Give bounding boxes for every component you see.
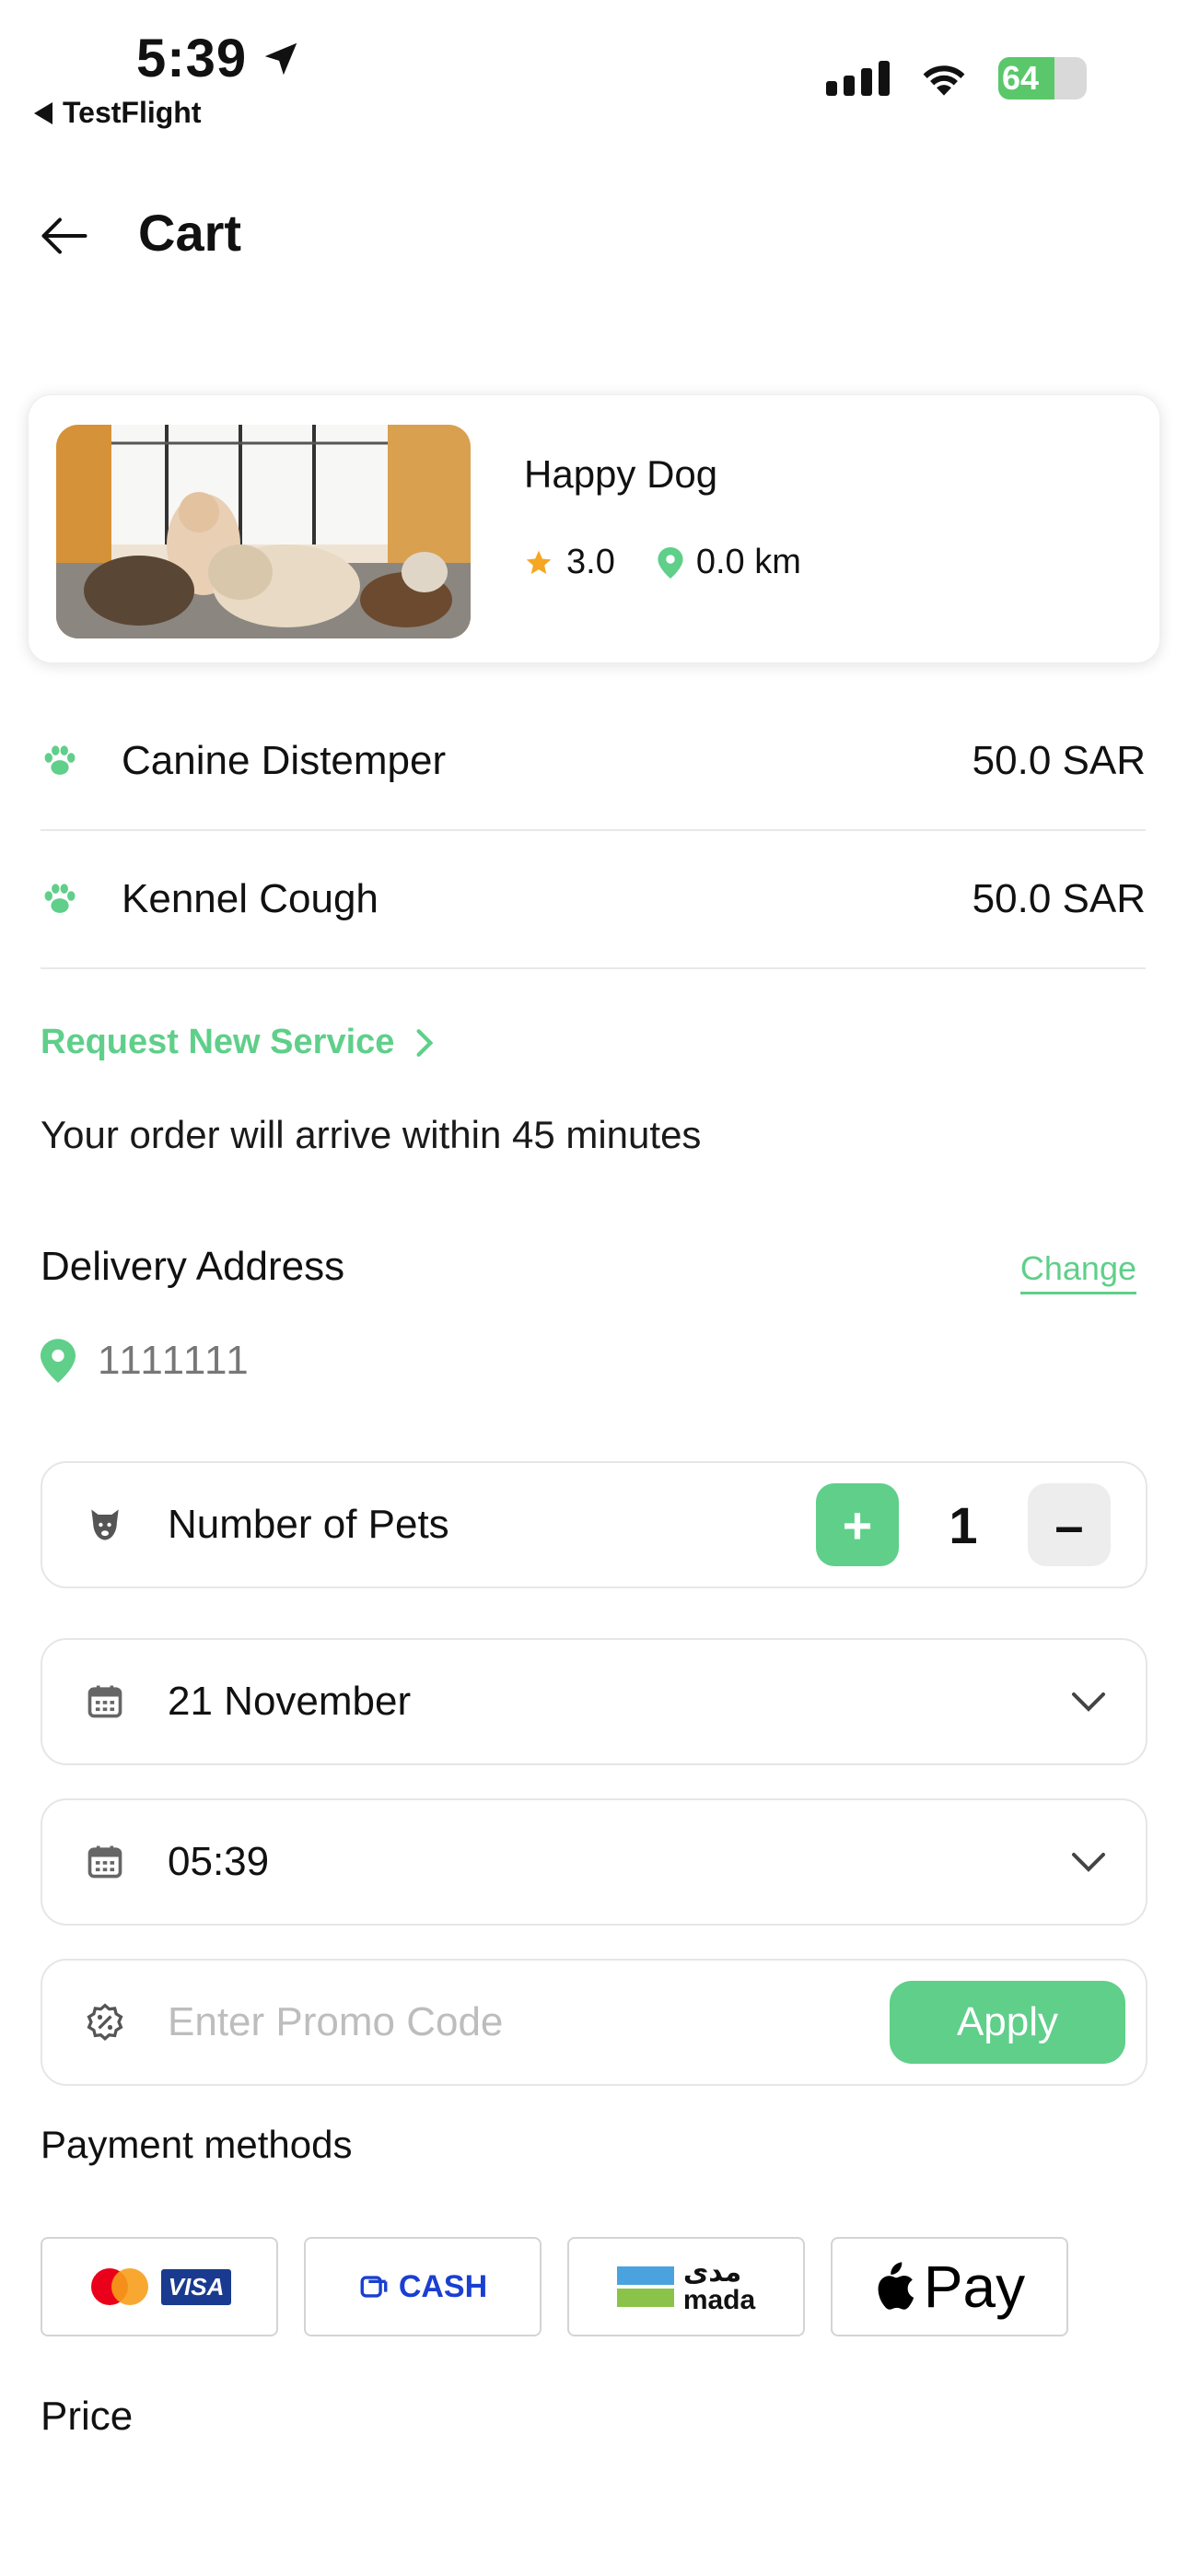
dog-head-icon <box>91 1509 119 1540</box>
promo-code-input[interactable] <box>168 1999 890 2045</box>
visa-label: VISA <box>168 2272 225 2301</box>
paw-icon <box>44 745 76 775</box>
payment-cash-option[interactable]: CASH <box>304 2237 542 2336</box>
chevron-right-icon <box>416 1028 434 1057</box>
mada-label: mada <box>682 2285 756 2315</box>
increase-pets-button[interactable]: + <box>816 1483 899 1566</box>
address-value: 1111111 <box>98 1338 250 1383</box>
distance-value: 0.0 km <box>695 543 801 581</box>
mada-icon <box>616 2266 674 2307</box>
apple-icon <box>878 2262 914 2310</box>
store-name: Happy Dog <box>524 452 718 496</box>
back-triangle-icon <box>34 101 52 124</box>
chevron-down-icon <box>1072 1692 1105 1712</box>
decrease-pets-button[interactable]: – <box>1028 1483 1111 1566</box>
discount-badge-icon <box>87 2003 123 2041</box>
number-of-pets-label: Number of Pets <box>168 1502 449 1547</box>
status-time: 5:39 <box>136 28 302 89</box>
battery-icon: 64 <box>998 57 1087 100</box>
store-meta: 3.0 0.0 km <box>524 543 829 582</box>
back-app-label: TestFlight <box>63 96 202 129</box>
mada-arabic-label: مدى <box>682 2257 742 2288</box>
location-arrow-icon <box>264 42 297 75</box>
delivery-address: 1111111 <box>41 1338 250 1384</box>
location-pin-icon <box>658 546 683 579</box>
battery-level: 64 <box>1002 59 1040 97</box>
payment-mada-option[interactable]: مدى mada <box>567 2237 805 2336</box>
back-to-app-link[interactable]: TestFlight <box>33 96 202 130</box>
arrival-note: Your order will arrive within 45 minutes <box>41 1113 702 1156</box>
time-value: 05:39 <box>168 1839 270 1884</box>
request-new-service-label: Request New Service <box>41 1023 395 1061</box>
store-card[interactable]: Happy Dog 3.0 0.0 km <box>28 394 1160 663</box>
status-bar: 5:39 TestFlight 64 <box>0 0 1188 147</box>
cash-label: CASH <box>398 2268 488 2304</box>
number-of-pets-box: Number of Pets + 1 – <box>41 1461 1147 1588</box>
date-value: 21 November <box>168 1679 412 1724</box>
page-title: Cart <box>138 204 242 262</box>
payment-methods-label: Payment methods <box>41 2123 353 2166</box>
status-time-text: 5:39 <box>136 29 248 88</box>
applepay-label: Pay <box>923 2254 1026 2320</box>
mastercard-icon <box>90 2268 148 2305</box>
payment-methods: VISA CASH مدى mada Pay <box>41 2237 1068 2336</box>
service-row: Kennel Cough 50.0 SAR <box>41 831 1146 969</box>
calendar-icon <box>87 1685 122 1718</box>
location-pin-icon <box>41 1339 76 1383</box>
store-distance: 0.0 km <box>658 543 801 582</box>
change-address-link[interactable]: Change <box>1019 1249 1136 1294</box>
cash-icon <box>360 2276 388 2298</box>
pets-stepper: + 1 – <box>816 1483 1111 1566</box>
apply-promo-button[interactable]: Apply <box>890 1981 1125 2064</box>
status-icons: 64 <box>826 57 1087 100</box>
store-image <box>56 425 471 638</box>
service-price: 50.0 SAR <box>972 738 1146 783</box>
payment-applepay-option[interactable]: Pay <box>831 2237 1068 2336</box>
star-icon <box>526 550 552 574</box>
wifi-icon <box>923 65 965 96</box>
paw-icon <box>44 884 76 913</box>
promo-code-box: Apply <box>41 1959 1147 2086</box>
calendar-icon <box>87 1845 122 1879</box>
service-name: Kennel Cough <box>122 876 379 921</box>
rating-value: 3.0 <box>566 543 615 581</box>
payment-card-option[interactable]: VISA <box>41 2237 278 2336</box>
service-row: Canine Distemper 50.0 SAR <box>41 693 1146 831</box>
page-header: Cart <box>0 184 1188 286</box>
chevron-down-icon <box>1072 1853 1105 1872</box>
visa-icon: VISA <box>160 2268 232 2305</box>
date-select[interactable]: 21 November <box>41 1638 1147 1765</box>
time-select[interactable]: 05:39 <box>41 1798 1147 1926</box>
back-arrow-icon[interactable] <box>37 208 92 263</box>
delivery-address-label: Delivery Address <box>41 1244 345 1289</box>
cellular-signal-icon <box>826 61 890 96</box>
pets-count: 1 <box>949 1495 978 1554</box>
store-rating: 3.0 <box>524 543 615 582</box>
price-label: Price <box>41 2394 134 2439</box>
request-new-service-link[interactable]: Request New Service <box>41 1023 435 1062</box>
service-price: 50.0 SAR <box>972 876 1146 921</box>
service-name: Canine Distemper <box>122 738 447 783</box>
